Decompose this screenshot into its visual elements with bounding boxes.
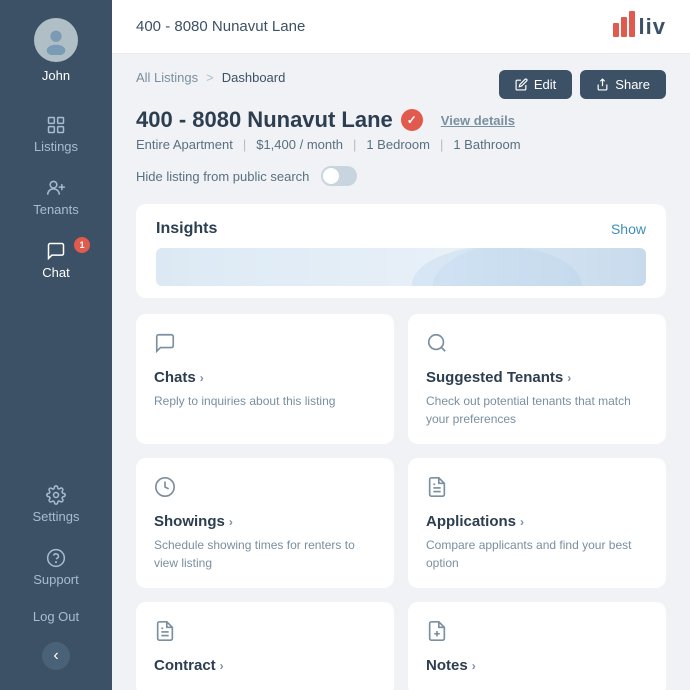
breadcrumb: All Listings > Dashboard	[136, 70, 285, 85]
share-button-label: Share	[615, 77, 650, 92]
hide-listing-label: Hide listing from public search	[136, 169, 309, 184]
verified-badge: ✓	[401, 109, 423, 131]
notes-card-title: Notes ›	[426, 657, 648, 674]
suggested-tenants-chevron: ›	[567, 371, 571, 385]
applications-chevron: ›	[520, 515, 524, 529]
suggested-tenants-card-desc: Check out potential tenants that match y…	[426, 392, 648, 428]
sidebar: John Listings Tenants 1 Chat S	[0, 0, 112, 690]
logo-icon	[613, 11, 635, 43]
insights-visual	[156, 248, 646, 286]
suggested-tenants-card-title: Suggested Tenants ›	[426, 369, 648, 386]
card-showings[interactable]: Showings › Schedule showing times for re…	[136, 458, 394, 588]
sidebar-item-settings-label: Settings	[33, 509, 80, 524]
sidebar-item-chat[interactable]: 1 Chat	[0, 229, 112, 292]
logo: liv	[613, 11, 666, 43]
notes-chevron: ›	[472, 659, 476, 673]
prop-sep-1: |	[243, 137, 246, 152]
collapse-icon: ‹	[53, 647, 58, 665]
notes-icon	[426, 620, 648, 647]
logout-label: Log Out	[33, 609, 79, 624]
sidebar-item-tenants[interactable]: Tenants	[0, 166, 112, 229]
logo-text: liv	[639, 14, 666, 40]
main-area: 400 - 8080 Nunavut Lane liv All Listings…	[112, 0, 690, 690]
insights-card: Insights Show	[136, 204, 666, 298]
action-buttons: Edit Share	[499, 70, 666, 99]
insights-header: Insights Show	[156, 220, 646, 238]
sidebar-item-chat-label: Chat	[42, 265, 69, 280]
applications-card-desc: Compare applicants and find your best op…	[426, 536, 648, 572]
edit-icon	[515, 78, 528, 91]
view-details-link[interactable]: View details	[441, 113, 515, 128]
breadcrumb-all-listings[interactable]: All Listings	[136, 70, 198, 85]
chat-badge: 1	[74, 237, 90, 253]
chats-chevron: ›	[200, 371, 204, 385]
collapse-button[interactable]: ‹	[42, 642, 70, 670]
chats-card-desc: Reply to inquiries about this listing	[154, 392, 376, 410]
insights-show-button[interactable]: Show	[611, 221, 646, 237]
listing-title: 400 - 8080 Nunavut Lane	[136, 107, 393, 133]
breadcrumb-current: Dashboard	[222, 70, 286, 85]
showings-chevron: ›	[229, 515, 233, 529]
contract-card-title: Contract ›	[154, 657, 376, 674]
cards-grid: Chats › Reply to inquiries about this li…	[136, 314, 666, 690]
insights-title: Insights	[156, 220, 217, 238]
suggested-tenants-icon	[426, 332, 648, 359]
edit-button-label: Edit	[534, 77, 556, 92]
action-row: All Listings > Dashboard Edit	[136, 70, 666, 99]
chats-icon	[154, 332, 376, 359]
card-chats[interactable]: Chats › Reply to inquiries about this li…	[136, 314, 394, 444]
contract-icon	[154, 620, 376, 647]
applications-card-title: Applications ›	[426, 513, 648, 530]
card-notes[interactable]: Notes ›	[408, 602, 666, 690]
avatar	[34, 18, 78, 62]
listing-title-row: 400 - 8080 Nunavut Lane ✓ View details	[136, 107, 666, 133]
sidebar-item-settings[interactable]: Settings	[0, 473, 112, 536]
share-button[interactable]: Share	[580, 70, 666, 99]
property-info: Entire Apartment | $1,400 / month | 1 Be…	[136, 137, 666, 152]
contract-chevron: ›	[220, 659, 224, 673]
edit-button[interactable]: Edit	[499, 70, 572, 99]
prop-sep-2: |	[353, 137, 356, 152]
property-type: Entire Apartment	[136, 137, 233, 152]
logout-button[interactable]: Log Out	[0, 599, 112, 634]
card-applications[interactable]: Applications › Compare applicants and fi…	[408, 458, 666, 588]
property-bathrooms: 1 Bathroom	[453, 137, 520, 152]
property-bedrooms: 1 Bedroom	[366, 137, 430, 152]
showings-card-title: Showings ›	[154, 513, 376, 530]
chats-card-title: Chats ›	[154, 369, 376, 386]
breadcrumb-separator: >	[206, 70, 214, 85]
prop-sep-3: |	[440, 137, 443, 152]
sidebar-item-support[interactable]: Support	[0, 536, 112, 599]
card-suggested-tenants[interactable]: Suggested Tenants › Check out potential …	[408, 314, 666, 444]
sidebar-item-listings[interactable]: Listings	[0, 103, 112, 166]
sidebar-item-listings-label: Listings	[34, 139, 78, 154]
user-name: John	[42, 68, 70, 83]
hide-listing-toggle[interactable]	[321, 166, 357, 186]
showings-icon	[154, 476, 376, 503]
sidebar-item-tenants-label: Tenants	[33, 202, 79, 217]
toggle-row: Hide listing from public search	[136, 166, 666, 186]
topbar: 400 - 8080 Nunavut Lane liv	[112, 0, 690, 54]
share-icon	[596, 78, 609, 91]
showings-card-desc: Schedule showing times for renters to vi…	[154, 536, 376, 572]
applications-icon	[426, 476, 648, 503]
topbar-title: 400 - 8080 Nunavut Lane	[136, 18, 305, 35]
card-contract[interactable]: Contract ›	[136, 602, 394, 690]
property-price: $1,400 / month	[256, 137, 343, 152]
content-area: All Listings > Dashboard Edit	[112, 54, 690, 690]
sidebar-item-support-label: Support	[33, 572, 79, 587]
